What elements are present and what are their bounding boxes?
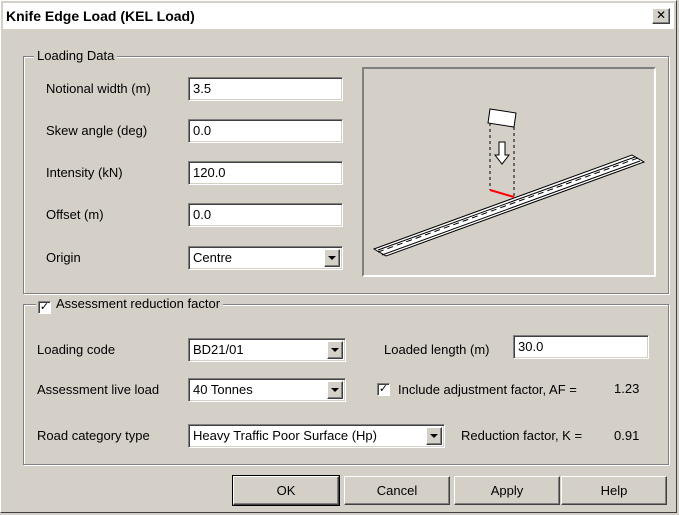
title-bar[interactable]: Knife Edge Load (KEL Load) ✕ (3, 3, 674, 29)
skew-angle-input[interactable]: 0.0 (188, 119, 343, 143)
close-button[interactable]: ✕ (652, 8, 670, 24)
reduction-factor-label: Reduction factor, K = (461, 428, 583, 443)
notional-width-input[interactable]: 3.5 (188, 77, 343, 101)
live-load-select[interactable]: 40 Tonnes (188, 378, 346, 402)
road-category-select[interactable]: Heavy Traffic Poor Surface (Hp) (188, 424, 445, 448)
chevron-down-icon[interactable] (426, 427, 442, 445)
loading-code-value: BD21/01 (193, 342, 244, 357)
help-button[interactable]: Help (561, 476, 667, 505)
reduction-factor-value: 0.91 (614, 428, 640, 443)
loaded-length-input[interactable]: 30.0 (513, 335, 649, 359)
ok-button[interactable]: OK (232, 475, 340, 506)
assessment-group-label: Assessment reduction factor (56, 296, 221, 311)
deck-diagram (372, 108, 646, 257)
apply-button[interactable]: Apply (454, 476, 560, 505)
intensity-label: Intensity (kN) (46, 165, 123, 180)
loading-code-select[interactable]: BD21/01 (188, 338, 346, 362)
chevron-down-icon[interactable] (324, 249, 340, 267)
loaded-length-label: Loaded length (m) (384, 342, 490, 357)
window-title: Knife Edge Load (KEL Load) (6, 8, 195, 24)
loading-code-label: Loading code (37, 342, 116, 357)
live-load-value: 40 Tonnes (193, 382, 253, 397)
road-category-value: Heavy Traffic Poor Surface (Hp) (193, 428, 377, 443)
include-af-label: Include adjustment factor, AF = (398, 382, 577, 397)
origin-select-value: Centre (193, 250, 233, 265)
af-value: 1.23 (614, 381, 640, 396)
deck-outline (372, 154, 646, 257)
load-marker (487, 108, 517, 199)
road-category-label: Road category type (37, 428, 150, 443)
offset-input[interactable]: 0.0 (188, 203, 343, 227)
intensity-input[interactable]: 120.0 (188, 161, 343, 185)
assessment-group-header: ✓ Assessment reduction factor (36, 296, 224, 314)
chevron-down-icon[interactable] (327, 341, 343, 359)
origin-select[interactable]: Centre (188, 246, 343, 270)
kel-load-line (489, 189, 515, 198)
kel-load-dialog: Knife Edge Load (KEL Load) ✕ Loading Dat… (0, 0, 677, 513)
load-preview-panel (362, 67, 656, 277)
notional-width-label: Notional width (m) (46, 81, 151, 96)
live-load-label: Assessment live load (37, 382, 160, 397)
chevron-down-icon[interactable] (327, 381, 343, 399)
skew-angle-label: Skew angle (deg) (46, 123, 148, 138)
assessment-checkbox[interactable]: ✓ (38, 301, 51, 314)
include-af-checkbox[interactable]: ✓ (377, 383, 390, 396)
cancel-button[interactable]: Cancel (344, 476, 450, 505)
close-icon: ✕ (655, 8, 667, 22)
offset-label: Offset (m) (46, 207, 104, 222)
loading-data-group-label: Loading Data (34, 48, 118, 64)
origin-label: Origin (46, 250, 81, 265)
